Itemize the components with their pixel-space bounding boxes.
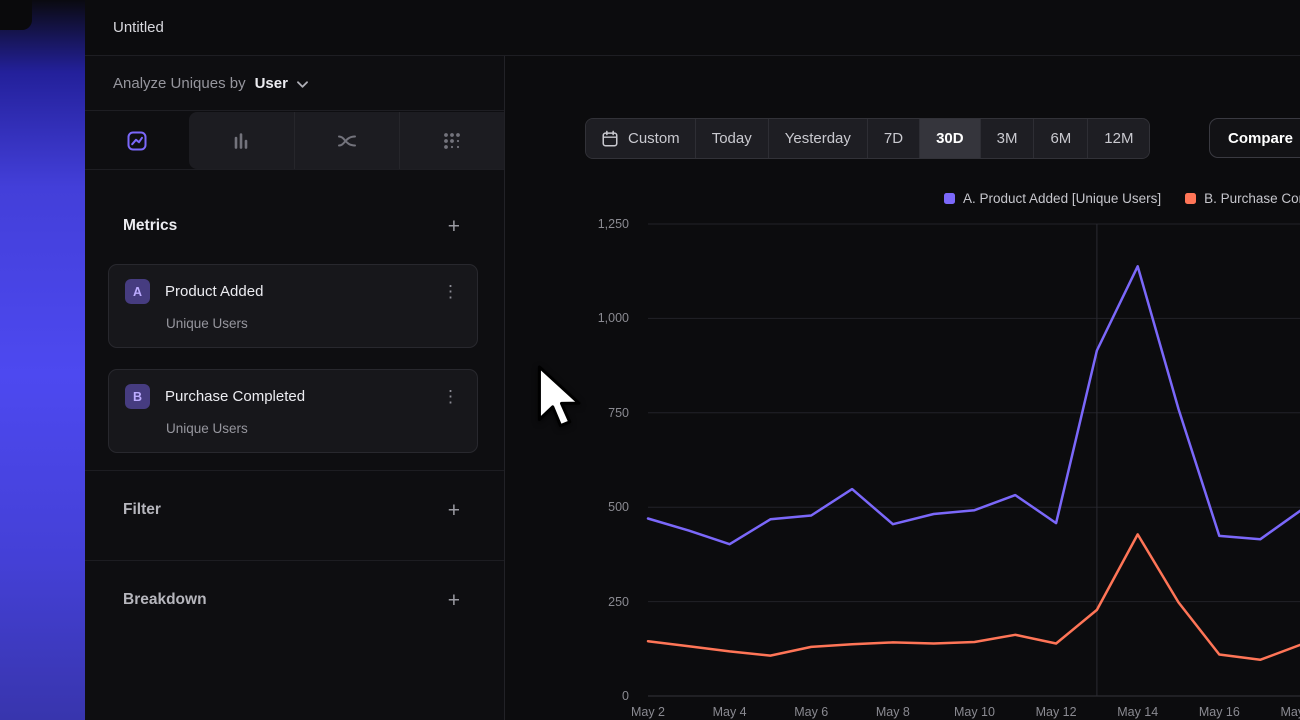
range-today[interactable]: Today bbox=[695, 119, 768, 158]
metric-card-b[interactable]: B Purchase Completed ⋮ Unique Users bbox=[108, 369, 478, 453]
add-metric-button[interactable]: + bbox=[448, 216, 460, 237]
breakdown-heading: Breakdown bbox=[123, 591, 207, 609]
metric-name: Product Added bbox=[165, 283, 423, 300]
add-breakdown-button[interactable]: + bbox=[448, 590, 460, 611]
x-axis-label: May 18 bbox=[1271, 705, 1300, 719]
date-range-picker: Custom Today Yesterday 7D 30D 3M 6M 12M bbox=[585, 118, 1150, 159]
legend-item[interactable]: A. Product Added [Unique Users] bbox=[944, 190, 1161, 206]
line-chart bbox=[648, 206, 1300, 706]
range-label: 7D bbox=[884, 130, 903, 147]
x-axis-label: May 4 bbox=[700, 705, 760, 719]
range-label: 3M bbox=[997, 130, 1018, 147]
metric-measure[interactable]: Unique Users bbox=[166, 316, 463, 331]
tab-flows[interactable] bbox=[294, 112, 399, 169]
compare-button[interactable]: Compare bbox=[1209, 118, 1300, 158]
range-label: Custom bbox=[628, 130, 680, 147]
left-gradient-rail bbox=[0, 0, 85, 720]
metrics-heading: Metrics bbox=[123, 217, 177, 235]
legend-label: A. Product Added [Unique Users] bbox=[963, 191, 1161, 206]
report-title[interactable]: Untitled bbox=[113, 19, 164, 36]
report-type-tabs bbox=[85, 112, 504, 170]
x-axis-label: May 6 bbox=[781, 705, 841, 719]
range-3m[interactable]: 3M bbox=[980, 119, 1034, 158]
metric-card-a[interactable]: A Product Added ⋮ Unique Users bbox=[108, 264, 478, 348]
filter-heading: Filter bbox=[123, 501, 161, 519]
y-axis-label: 250 bbox=[506, 594, 629, 610]
analytics-report-window: Untitled Analyze Uniques by User bbox=[0, 0, 1300, 720]
range-label: Yesterday bbox=[785, 130, 851, 147]
retention-grid-icon bbox=[441, 130, 463, 152]
flows-icon bbox=[336, 130, 358, 152]
legend-label: B. Purchase Completed [Unique Users] bbox=[1204, 191, 1300, 206]
range-7d[interactable]: 7D bbox=[867, 119, 919, 158]
legend-swatch bbox=[944, 193, 955, 204]
series-line-b bbox=[648, 534, 1300, 659]
section-divider bbox=[85, 470, 504, 471]
bar-chart-icon bbox=[230, 130, 252, 152]
y-axis-label: 1,250 bbox=[506, 216, 629, 232]
x-axis-label: May 16 bbox=[1189, 705, 1249, 719]
range-12m[interactable]: 12M bbox=[1087, 119, 1149, 158]
metric-name: Purchase Completed bbox=[165, 388, 423, 405]
x-axis-label: May 12 bbox=[1026, 705, 1086, 719]
analyze-value-dropdown[interactable]: User bbox=[255, 75, 288, 92]
x-axis-label: May 2 bbox=[618, 705, 678, 719]
analyze-label: Analyze Uniques by bbox=[113, 75, 246, 92]
range-6m[interactable]: 6M bbox=[1033, 119, 1087, 158]
x-axis-label: May 10 bbox=[944, 705, 1004, 719]
chart-panel: Custom Today Yesterday 7D 30D 3M 6M 12M Compare… bbox=[506, 56, 1300, 720]
x-axis-label: May 8 bbox=[863, 705, 923, 719]
tab-retention[interactable] bbox=[399, 112, 504, 169]
range-30d[interactable]: 30D bbox=[919, 119, 980, 158]
metric-badge: A bbox=[125, 279, 150, 304]
range-custom[interactable]: Custom bbox=[586, 119, 695, 158]
range-label: 12M bbox=[1104, 130, 1133, 147]
chart-legend: A. Product Added [Unique Users] B. Purcha… bbox=[944, 190, 1300, 206]
query-builder-sidebar: Analyze Uniques by User bbox=[85, 56, 505, 720]
tab-funnels[interactable] bbox=[189, 112, 293, 169]
calendar-icon bbox=[601, 130, 619, 148]
section-divider bbox=[85, 560, 504, 561]
x-axis-label: May 14 bbox=[1108, 705, 1168, 719]
y-axis-label: 0 bbox=[506, 688, 629, 704]
add-filter-button[interactable]: + bbox=[448, 500, 460, 521]
tab-insights[interactable] bbox=[85, 112, 189, 169]
rail-corner bbox=[0, 0, 32, 30]
metrics-list: A Product Added ⋮ Unique Users B Purchase Com… bbox=[108, 264, 478, 453]
metric-badge: B bbox=[125, 384, 150, 409]
breakdown-section-header: Breakdown + bbox=[123, 583, 460, 617]
kebab-menu-icon[interactable]: ⋮ bbox=[438, 283, 463, 300]
series-line-a bbox=[648, 266, 1300, 544]
range-label: 30D bbox=[936, 130, 964, 147]
kebab-menu-icon[interactable]: ⋮ bbox=[438, 388, 463, 405]
legend-swatch bbox=[1185, 193, 1196, 204]
filter-section-header: Filter + bbox=[123, 493, 460, 527]
range-label: 6M bbox=[1050, 130, 1071, 147]
y-axis-label: 500 bbox=[506, 499, 629, 515]
mouse-cursor bbox=[536, 364, 582, 431]
range-label: Today bbox=[712, 130, 752, 147]
metrics-section-header: Metrics + bbox=[123, 209, 460, 243]
legend-item[interactable]: B. Purchase Completed [Unique Users] bbox=[1185, 190, 1300, 206]
analyze-row: Analyze Uniques by User bbox=[85, 56, 504, 111]
topbar: Untitled bbox=[85, 0, 1300, 56]
range-yesterday[interactable]: Yesterday bbox=[768, 119, 867, 158]
line-chart-icon bbox=[126, 130, 148, 152]
metric-measure[interactable]: Unique Users bbox=[166, 421, 463, 436]
chevron-down-icon bbox=[297, 81, 308, 88]
y-axis-label: 1,000 bbox=[506, 310, 629, 326]
